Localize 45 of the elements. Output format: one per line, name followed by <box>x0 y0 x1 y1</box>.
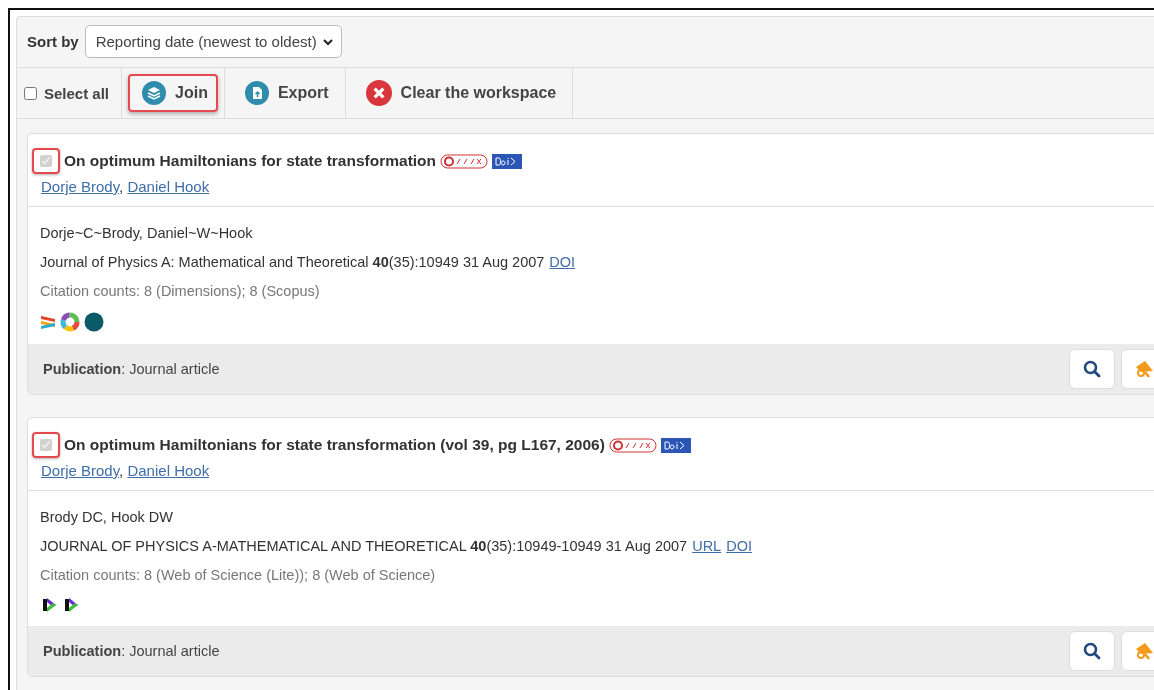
source-authors: Brody DC, Hook DW <box>40 509 174 525</box>
citation-counts: Citation counts: 8 (Web of Science (Lite)); 8 (Web of Science) <box>40 567 437 583</box>
flag-button[interactable] <box>1121 631 1154 671</box>
stripes-logo-icon <box>40 313 56 331</box>
doi-icon <box>492 153 523 169</box>
chevron-down-icon <box>322 37 333 46</box>
record-title: On optimum Hamiltonians for state transformation <box>64 152 437 170</box>
search-icon <box>1082 359 1102 379</box>
record-title: On optimum Hamiltonians for state transformation (vol 39, pg L167, 2006) <box>64 436 605 454</box>
journal-citation: Journal of Physics A: Mathematical and Theoretical 40(35):10949 31 Aug 2007 <box>40 254 545 270</box>
donut-logo-icon <box>60 312 80 332</box>
search-icon <box>1082 641 1102 661</box>
citation-link[interactable]: DOI <box>549 254 576 270</box>
join-button[interactable]: Join <box>128 74 218 112</box>
close-icon <box>365 80 392 106</box>
search-button[interactable] <box>1069 631 1115 671</box>
author-link[interactable]: Daniel Hook <box>127 462 210 479</box>
export-button[interactable]: Export <box>230 74 339 112</box>
author-link[interactable]: Dorje Brody <box>41 462 120 479</box>
separator: , <box>119 462 125 479</box>
citation-counts: Citation counts: 8 (Dimensions); 8 (Scopus) <box>40 283 321 299</box>
dot-logo-icon <box>84 312 104 332</box>
author-link[interactable]: Daniel Hook <box>127 178 210 195</box>
sort-dropdown[interactable]: Reporting date (newest to oldest) <box>84 25 342 58</box>
sort-label: Sort by <box>27 33 79 50</box>
sfx-icon <box>440 153 489 169</box>
separator: , <box>119 178 125 195</box>
search-button[interactable] <box>1069 349 1115 389</box>
chevron-logo-icon <box>40 596 58 614</box>
journal-citation: JOURNAL OF PHYSICS A-MATHEMATICAL AND THEORETICAL 40(35):10949-10949 31 Aug 2007 <box>40 538 688 554</box>
author-link[interactable]: Dorje Brody <box>41 178 120 195</box>
select-all-label[interactable]: Select all <box>44 84 110 102</box>
sfx-icon <box>608 437 657 453</box>
layers-icon <box>142 81 167 105</box>
doi-icon <box>660 437 691 453</box>
citation-link[interactable]: DOI <box>726 538 752 554</box>
flag-button[interactable] <box>1121 349 1154 389</box>
source-authors: Dorje~C~Brody, Daniel~W~Hook <box>40 225 254 241</box>
chevron-logo-icon <box>62 596 80 614</box>
citation-link[interactable]: URL <box>692 538 722 554</box>
publication-type: Publication: Journal article <box>43 361 220 377</box>
publication-type: Publication: Journal article <box>43 643 220 659</box>
clear-button[interactable]: Clear the workspace <box>351 73 567 113</box>
select-all-checkbox[interactable] <box>24 86 37 100</box>
export-icon <box>244 81 269 105</box>
